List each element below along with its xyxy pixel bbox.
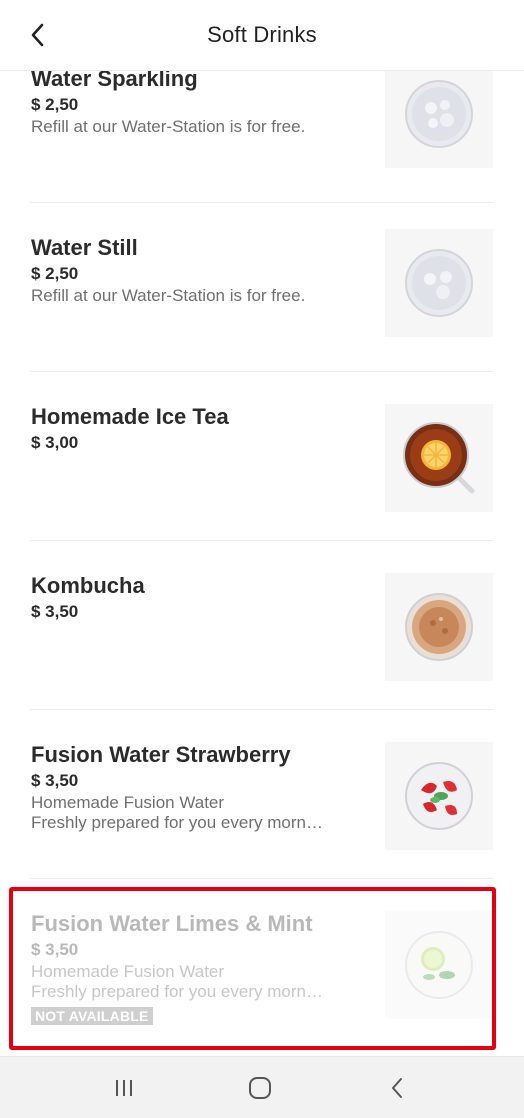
- item-name: Fusion Water Limes & Mint: [31, 911, 313, 936]
- item-image: [385, 742, 493, 850]
- item-price: $ 3,50: [31, 602, 79, 621]
- recent-apps-button[interactable]: [100, 1069, 148, 1107]
- system-back-button[interactable]: [373, 1069, 421, 1107]
- still-water-glass-icon: [405, 249, 473, 317]
- strawberry-fusion-water-glass-icon: [405, 762, 473, 830]
- menu-item-fusion-water-limes-mint[interactable]: Fusion Water Limes & Mint $ 3,50 Homemad…: [30, 879, 493, 1048]
- page-title: Soft Drinks: [207, 22, 317, 47]
- item-description-2: Freshly prepared for you every morn…: [31, 813, 323, 832]
- recent-apps-icon: [116, 1080, 132, 1096]
- back-icon: [392, 1078, 402, 1098]
- item-name: Homemade Ice Tea: [31, 404, 229, 429]
- home-button[interactable]: [236, 1069, 284, 1107]
- menu-item-water-still[interactable]: Water Still $ 2,50 Refill at our Water-S…: [30, 203, 493, 372]
- item-name: Water Still: [31, 235, 138, 260]
- item-description: Homemade Fusion Water: [31, 793, 225, 812]
- lime-mint-fusion-water-glass-icon: [405, 931, 473, 999]
- item-name: Kombucha: [31, 573, 145, 598]
- item-price: $ 3,50: [31, 771, 79, 790]
- app-header: Soft Drinks: [0, 0, 524, 71]
- menu-item-homemade-ice-tea[interactable]: Homemade Ice Tea $ 3,00: [30, 372, 493, 541]
- item-name: Fusion Water Strawberry: [31, 742, 291, 767]
- item-description: Homemade Fusion Water: [31, 962, 225, 981]
- kombucha-glass-icon: [405, 593, 473, 661]
- item-price: $ 3,00: [31, 433, 79, 452]
- menu-item-fusion-water-strawberry[interactable]: Fusion Water Strawberry $ 3,50 Homemade …: [30, 710, 493, 879]
- ice-tea-glass-icon: [403, 422, 475, 494]
- item-price: $ 3,50: [31, 940, 79, 959]
- menu-item-kombucha[interactable]: Kombucha $ 3,50: [30, 541, 493, 710]
- menu-list[interactable]: Water Sparkling $ 2,50 Refill at our Wat…: [0, 71, 524, 1056]
- item-image: [385, 229, 493, 337]
- item-image: [385, 71, 493, 168]
- item-price: $ 2,50: [31, 264, 79, 283]
- item-description-2: Freshly prepared for you every morn…: [31, 982, 323, 1001]
- not-available-badge: NOT AVAILABLE: [31, 1007, 153, 1025]
- home-icon: [249, 1077, 271, 1099]
- menu-item-water-sparkling[interactable]: Water Sparkling $ 2,50 Refill at our Wat…: [30, 71, 493, 203]
- item-description: Refill at our Water-Station is for free.: [31, 117, 306, 136]
- item-image: [385, 404, 493, 512]
- sparkling-water-glass-icon: [405, 80, 473, 148]
- item-name: Water Sparkling: [31, 71, 198, 91]
- item-description: Refill at our Water-Station is for free.: [31, 286, 306, 305]
- item-price: $ 2,50: [31, 95, 79, 114]
- item-image: [385, 573, 493, 681]
- system-navigation-bar: [0, 1056, 524, 1118]
- item-image: [385, 911, 493, 1019]
